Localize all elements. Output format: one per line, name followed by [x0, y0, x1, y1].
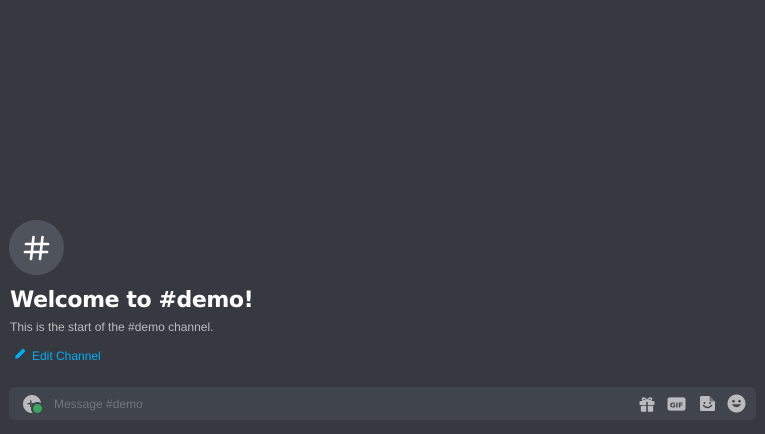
- channel-welcome: Welcome to #demo! This is the start of t…: [9, 220, 749, 365]
- composer-toolbar: GIF: [637, 394, 746, 413]
- pencil-icon: [14, 347, 26, 365]
- gift-icon[interactable]: [637, 394, 656, 413]
- welcome-subtitle: This is the start of the #demo channel.: [10, 320, 214, 334]
- status-badge: [31, 401, 44, 415]
- message-composer: + GIF: [9, 387, 756, 420]
- hash-icon: [22, 233, 52, 263]
- edit-channel-button[interactable]: Edit Channel: [14, 347, 101, 365]
- emoji-icon[interactable]: [727, 394, 746, 413]
- gif-label: GIF: [670, 400, 683, 409]
- sticker-icon[interactable]: [697, 394, 716, 413]
- channel-hash-avatar: [9, 220, 64, 275]
- attach-plus-icon[interactable]: +: [23, 394, 44, 415]
- welcome-title: Welcome to #demo!: [10, 288, 254, 313]
- edit-channel-label: Edit Channel: [32, 349, 101, 363]
- message-input[interactable]: [54, 387, 637, 420]
- gif-icon[interactable]: GIF: [667, 394, 686, 413]
- chat-area: Welcome to #demo! This is the start of t…: [0, 0, 765, 434]
